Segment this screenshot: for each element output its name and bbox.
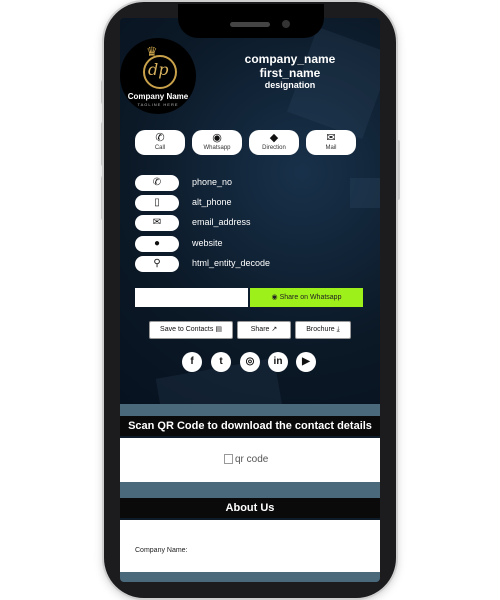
facebook-icon[interactable]: f xyxy=(182,352,202,372)
mobile-icon: ▯ xyxy=(135,195,179,211)
profile-hero: ♛ dp Company Name TAGLINE HERE company_n… xyxy=(120,18,380,404)
linkedin-icon[interactable]: in xyxy=(268,352,288,372)
logo-company-name: Company Name xyxy=(127,92,189,101)
whatsapp-button[interactable]: ◉ Whatsapp xyxy=(192,130,242,155)
globe-icon: ● xyxy=(135,236,179,252)
share-icon: ↗ xyxy=(271,326,278,333)
contact-card-icon: ▤ xyxy=(215,326,222,333)
contact-row-address[interactable]: ⚲ html_entity_decode xyxy=(135,256,335,274)
email-text: email_address xyxy=(192,217,251,227)
logo-monogram: dp xyxy=(148,60,169,79)
location-pin-icon: ⚲ xyxy=(135,256,179,272)
phone-number-text: phone_no xyxy=(192,177,233,187)
mail-icon: ✉ xyxy=(326,132,336,144)
direction-label: Direction xyxy=(262,145,286,151)
website-text: website xyxy=(192,238,223,248)
section-divider-band-2 xyxy=(120,482,380,498)
first-name-text: first_name xyxy=(259,66,321,80)
save-to-contacts-button[interactable]: Save to Contacts ▤ xyxy=(149,321,233,339)
share-on-whatsapp-label: Share on Whatsapp xyxy=(279,294,342,301)
company-logo: ♛ dp Company Name TAGLINE HERE xyxy=(120,38,196,114)
direction-icon: ◆ xyxy=(269,132,279,144)
phone-icon: ✆ xyxy=(135,175,179,191)
save-to-contacts-label: Save to Contacts xyxy=(160,326,214,333)
alt-phone-text: alt_phone xyxy=(192,197,232,207)
designation-text: designation xyxy=(264,80,316,90)
camera-icon xyxy=(282,20,290,28)
whatsapp-label: Whatsapp xyxy=(203,145,231,151)
company-name-text: company_name xyxy=(244,52,336,66)
mail-label: Mail xyxy=(325,145,337,151)
decor-shape-2 xyxy=(350,178,380,208)
company-name-label: Company Name: xyxy=(135,547,188,554)
address-text: html_entity_decode xyxy=(192,258,271,268)
whatsapp-number-input[interactable] xyxy=(135,288,248,307)
contact-row-website[interactable]: ● website xyxy=(135,236,335,254)
section-divider-band xyxy=(120,404,380,416)
call-button[interactable]: ✆ Call xyxy=(135,130,185,155)
call-label: Call xyxy=(154,145,166,151)
whatsapp-icon: ◉ xyxy=(212,132,222,144)
speaker-grille xyxy=(230,22,270,27)
broken-image-icon xyxy=(224,454,233,465)
phone-screen: ♛ dp Company Name TAGLINE HERE company_n… xyxy=(120,18,380,582)
about-us-heading: About Us xyxy=(120,498,380,518)
email-icon: ✉ xyxy=(135,215,179,231)
whatsapp-icon: ◉ xyxy=(271,294,278,301)
contact-row-alt-phone[interactable]: ▯ alt_phone xyxy=(135,195,335,213)
phone-icon: ✆ xyxy=(155,132,165,144)
contact-row-email[interactable]: ✉ email_address xyxy=(135,215,335,233)
qr-section-heading: Scan QR Code to download the contact det… xyxy=(120,416,380,436)
about-us-panel xyxy=(120,520,380,572)
phone-notch xyxy=(178,4,324,38)
share-label: Share xyxy=(250,326,270,333)
contact-row-phone[interactable]: ✆ phone_no xyxy=(135,175,335,193)
phone-side-button-right xyxy=(396,140,400,200)
logo-tagline: TAGLINE HERE xyxy=(137,102,179,107)
direction-button[interactable]: ◆ Direction xyxy=(249,130,299,155)
brochure-label: Brochure xyxy=(306,326,335,333)
mail-button[interactable]: ✉ Mail xyxy=(306,130,356,155)
brochure-button[interactable]: Brochure ⤓ xyxy=(295,321,351,339)
download-icon: ⤓ xyxy=(336,326,340,333)
instagram-icon[interactable]: ◎ xyxy=(240,352,260,372)
qr-code-image: qr code xyxy=(224,454,268,465)
profile-identity: company_name first_name designation xyxy=(210,52,370,90)
bottom-band xyxy=(120,572,380,582)
youtube-icon[interactable]: ▶ xyxy=(296,352,316,372)
twitter-icon[interactable]: t xyxy=(211,352,231,372)
share-on-whatsapp-button[interactable]: ◉ Share on Whatsapp xyxy=(250,288,363,307)
share-button[interactable]: Share ↗ xyxy=(237,321,291,339)
qr-code-alt-text: qr code xyxy=(235,454,269,465)
